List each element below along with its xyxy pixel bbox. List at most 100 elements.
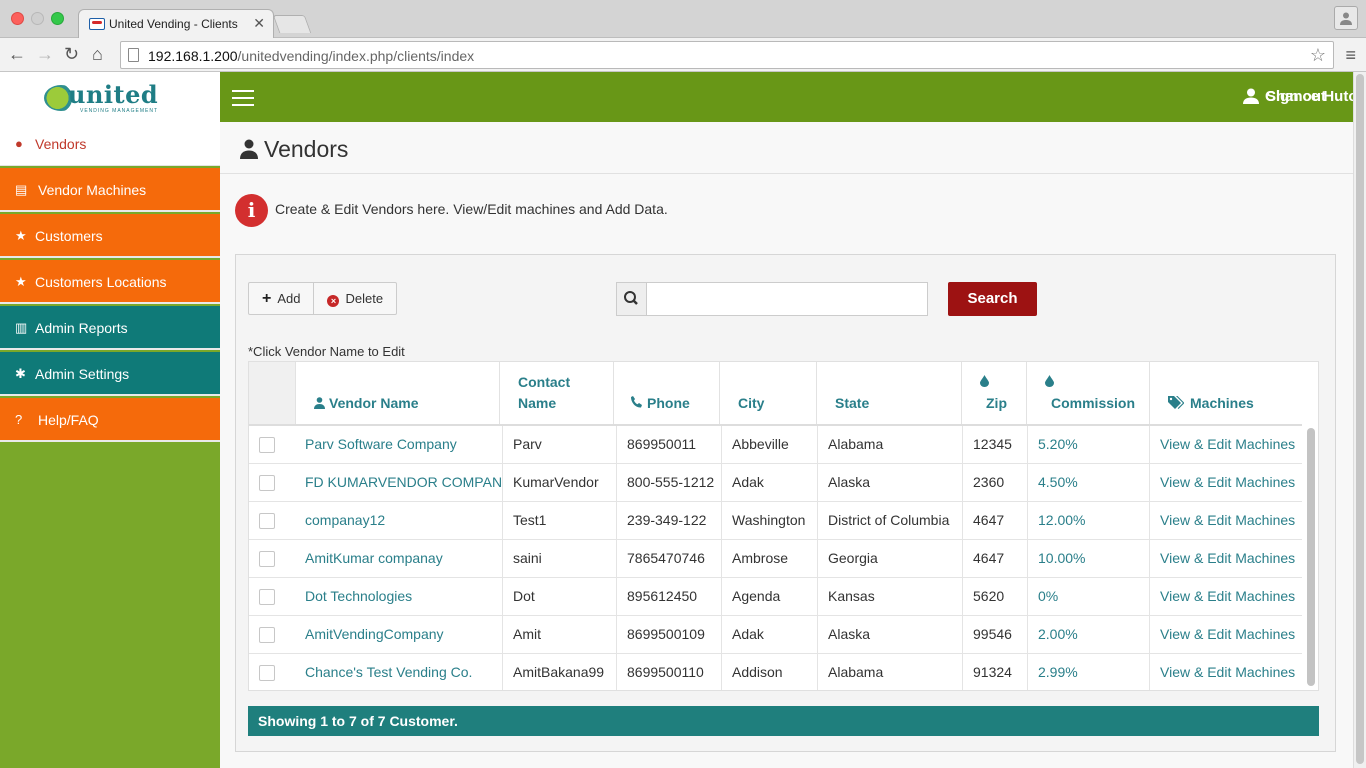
row-checkbox[interactable] bbox=[259, 627, 275, 643]
view-edit-machines-link[interactable]: View & Edit Machines bbox=[1149, 654, 1302, 690]
table-row: Parv Software Company Parv 869950011 Abbevi… bbox=[249, 426, 1302, 464]
sidebar-item-vendor-machines[interactable]: ▤ Vendor Machines bbox=[0, 168, 220, 212]
view-edit-machines-link[interactable]: View & Edit Machines bbox=[1149, 578, 1302, 615]
column-contact-name[interactable]: Contact Name bbox=[499, 362, 613, 424]
reload-icon[interactable]: ↻ bbox=[64, 44, 79, 64]
new-tab-button[interactable] bbox=[272, 15, 312, 33]
star-icon: ★ bbox=[15, 274, 27, 289]
cell-vendor-name[interactable]: Dot Technologies bbox=[301, 578, 502, 615]
sidebar-item-label: Customers bbox=[35, 228, 103, 244]
column-phone[interactable]: Phone bbox=[613, 362, 719, 424]
add-button-label: Add bbox=[277, 291, 301, 306]
cell-phone: 8699500109 bbox=[616, 616, 721, 653]
row-select-cell bbox=[249, 654, 301, 690]
user-icon bbox=[1243, 88, 1259, 104]
page-scrollbar[interactable] bbox=[1353, 72, 1366, 768]
info-icon: i bbox=[235, 194, 268, 227]
page-title: Vendors bbox=[264, 136, 349, 162]
column-machines[interactable]: Machines bbox=[1149, 362, 1302, 424]
cell-vendor-name[interactable]: companay12 bbox=[301, 502, 502, 539]
browser-tab[interactable]: United Vending - Clients ✕ bbox=[78, 9, 274, 39]
question-icon: ? bbox=[15, 412, 23, 427]
sidebar-item-help-faq[interactable]: ? Help/FAQ bbox=[0, 398, 220, 442]
bookmark-star-icon[interactable]: ☆ bbox=[1310, 45, 1326, 66]
view-edit-machines-link[interactable]: View & Edit Machines bbox=[1149, 426, 1302, 463]
logo[interactable]: united VENDING MANAGEMENT bbox=[0, 72, 220, 122]
cell-state: Kansas bbox=[817, 578, 962, 615]
view-edit-machines-link[interactable]: View & Edit Machines bbox=[1149, 464, 1302, 501]
cell-vendor-name[interactable]: AmitKumar companay bbox=[301, 540, 502, 577]
maximize-window-button[interactable] bbox=[51, 12, 64, 25]
home-icon[interactable]: ⌂ bbox=[92, 44, 103, 64]
cell-contact-name: Parv bbox=[502, 426, 616, 463]
page-scrollbar-thumb[interactable] bbox=[1356, 74, 1364, 764]
cell-phone: 239-349-122 bbox=[616, 502, 721, 539]
cell-contact-name: Dot bbox=[502, 578, 616, 615]
cell-zip: 4647 bbox=[962, 502, 1027, 539]
delete-button[interactable]: × Delete bbox=[313, 283, 396, 314]
hamburger-menu-icon[interactable] bbox=[232, 90, 254, 106]
column-vendor-name[interactable]: Vendor Name bbox=[295, 362, 499, 424]
user-icon bbox=[240, 139, 258, 159]
add-button[interactable]: + Add bbox=[249, 283, 313, 314]
cell-vendor-name[interactable]: Parv Software Company bbox=[301, 426, 502, 463]
cell-vendor-name[interactable]: Chance's Test Vending Co. bbox=[301, 654, 502, 690]
search-button[interactable]: Search bbox=[948, 282, 1037, 316]
back-icon[interactable]: ← bbox=[8, 44, 26, 64]
row-checkbox[interactable] bbox=[259, 513, 275, 529]
action-button-group: + Add × Delete bbox=[248, 282, 398, 315]
sidebar-item-customers-locations[interactable]: ★ Customers Locations bbox=[0, 260, 220, 304]
cell-zip: 12345 bbox=[962, 426, 1027, 463]
row-checkbox[interactable] bbox=[259, 589, 275, 605]
column-city[interactable]: City bbox=[719, 362, 816, 424]
view-edit-machines-link[interactable]: View & Edit Machines bbox=[1149, 502, 1302, 539]
sidebar-item-label: Admin Settings bbox=[35, 366, 130, 382]
gear-icon: ✱ bbox=[15, 366, 26, 381]
row-select-cell bbox=[249, 540, 301, 577]
tab-close-icon[interactable]: ✕ bbox=[253, 15, 265, 32]
column-state[interactable]: State bbox=[816, 362, 961, 424]
sidebar-item-label: Vendor Machines bbox=[38, 182, 147, 198]
table-scrollbar[interactable] bbox=[1307, 428, 1315, 686]
sidebar-item-label: Admin Reports bbox=[35, 320, 128, 336]
row-checkbox[interactable] bbox=[259, 475, 275, 491]
row-checkbox[interactable] bbox=[259, 437, 275, 453]
view-edit-machines-link[interactable]: View & Edit Machines bbox=[1149, 540, 1302, 577]
close-window-button[interactable] bbox=[11, 12, 24, 25]
row-select-cell bbox=[249, 578, 301, 615]
cell-state: Alabama bbox=[817, 654, 962, 690]
table-row: companay12 Test1 239-349-122 Washington Dist… bbox=[249, 502, 1302, 540]
plus-icon: + bbox=[262, 290, 272, 307]
minimize-window-button[interactable] bbox=[31, 12, 44, 25]
row-checkbox[interactable] bbox=[259, 665, 275, 681]
row-checkbox[interactable] bbox=[259, 551, 275, 567]
user-icon: ● bbox=[15, 136, 23, 151]
cell-contact-name: KumarVendor bbox=[502, 464, 616, 501]
row-select-cell bbox=[249, 502, 301, 539]
user-icon bbox=[314, 397, 325, 409]
sidebar-item-label: Vendors bbox=[35, 136, 87, 152]
view-edit-machines-link[interactable]: View & Edit Machines bbox=[1149, 616, 1302, 653]
drop-icon bbox=[1045, 375, 1054, 387]
sidebar-item-admin-reports[interactable]: ▥ Admin Reports bbox=[0, 306, 220, 350]
column-commission[interactable]: Commission bbox=[1026, 362, 1149, 424]
address-bar[interactable]: 192.168.1.200/unitedvending/index.php/cl… bbox=[120, 41, 1334, 69]
sidebar-item-vendors[interactable]: ● Vendors bbox=[0, 122, 220, 166]
drop-icon bbox=[980, 375, 989, 387]
cell-commission: 10.00% bbox=[1027, 540, 1149, 577]
cell-city: Abbeville bbox=[721, 426, 817, 463]
sign-out-link[interactable]: Sign out bbox=[1266, 88, 1326, 105]
cell-city: Addison bbox=[721, 654, 817, 690]
cell-vendor-name[interactable]: AmitVendingCompany bbox=[301, 616, 502, 653]
url-text: 192.168.1.200/unitedvending/index.php/cl… bbox=[148, 48, 475, 64]
cell-vendor-name[interactable]: FD KUMARVENDOR COMPANY bbox=[301, 464, 502, 501]
browser-menu-icon[interactable]: ≡ bbox=[1345, 45, 1356, 66]
profile-icon[interactable] bbox=[1334, 6, 1358, 30]
cell-commission: 0% bbox=[1027, 578, 1149, 615]
sidebar-item-customers[interactable]: ★ Customers bbox=[0, 214, 220, 258]
search-input[interactable] bbox=[648, 283, 927, 315]
sidebar-item-admin-settings[interactable]: ✱ Admin Settings bbox=[0, 352, 220, 396]
column-zip[interactable]: Zip bbox=[961, 362, 1026, 424]
forward-icon[interactable]: → bbox=[36, 44, 54, 64]
page-icon bbox=[128, 48, 139, 62]
